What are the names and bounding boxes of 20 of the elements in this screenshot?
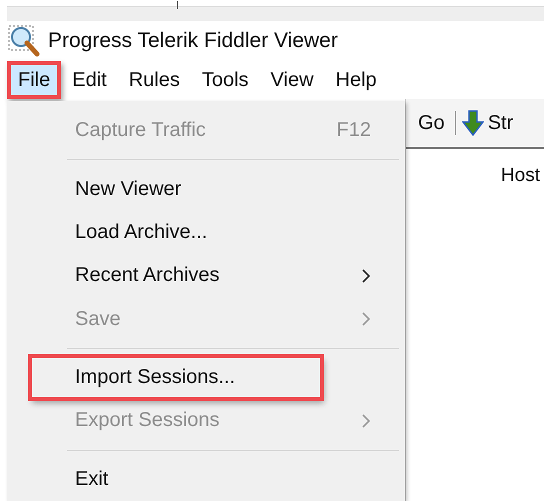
menu-item[interactable]: Load Archive...	[7, 210, 401, 254]
down-arrow-icon	[462, 110, 484, 136]
magnifier-icon	[8, 25, 40, 57]
menu-item[interactable]: Recent Archives	[7, 254, 401, 298]
chevron-right-icon	[362, 312, 371, 326]
window-title: Progress Telerik Fiddler Viewer	[48, 29, 338, 53]
menu-bar-item[interactable]: View	[260, 61, 325, 99]
chevron-right-icon	[362, 268, 371, 283]
go-button[interactable]: Go	[414, 112, 449, 134]
chevron-right-icon	[362, 414, 371, 428]
menu-item[interactable]: Import Sessions...	[30, 356, 322, 400]
menu-bar-item[interactable]: Rules	[118, 61, 191, 99]
menu-bar-item[interactable]: Edit	[61, 61, 118, 99]
menu-item[interactable]: Exit	[7, 458, 401, 501]
menu-bar-item[interactable]: File	[7, 61, 62, 99]
menu-bar-item[interactable]: Help	[324, 61, 388, 99]
stream-button[interactable]: Str	[462, 110, 514, 136]
menu-bar-item[interactable]: Tools	[190, 61, 260, 99]
column-header: Host	[500, 165, 541, 187]
menu-item[interactable]: New Viewer	[7, 167, 401, 211]
